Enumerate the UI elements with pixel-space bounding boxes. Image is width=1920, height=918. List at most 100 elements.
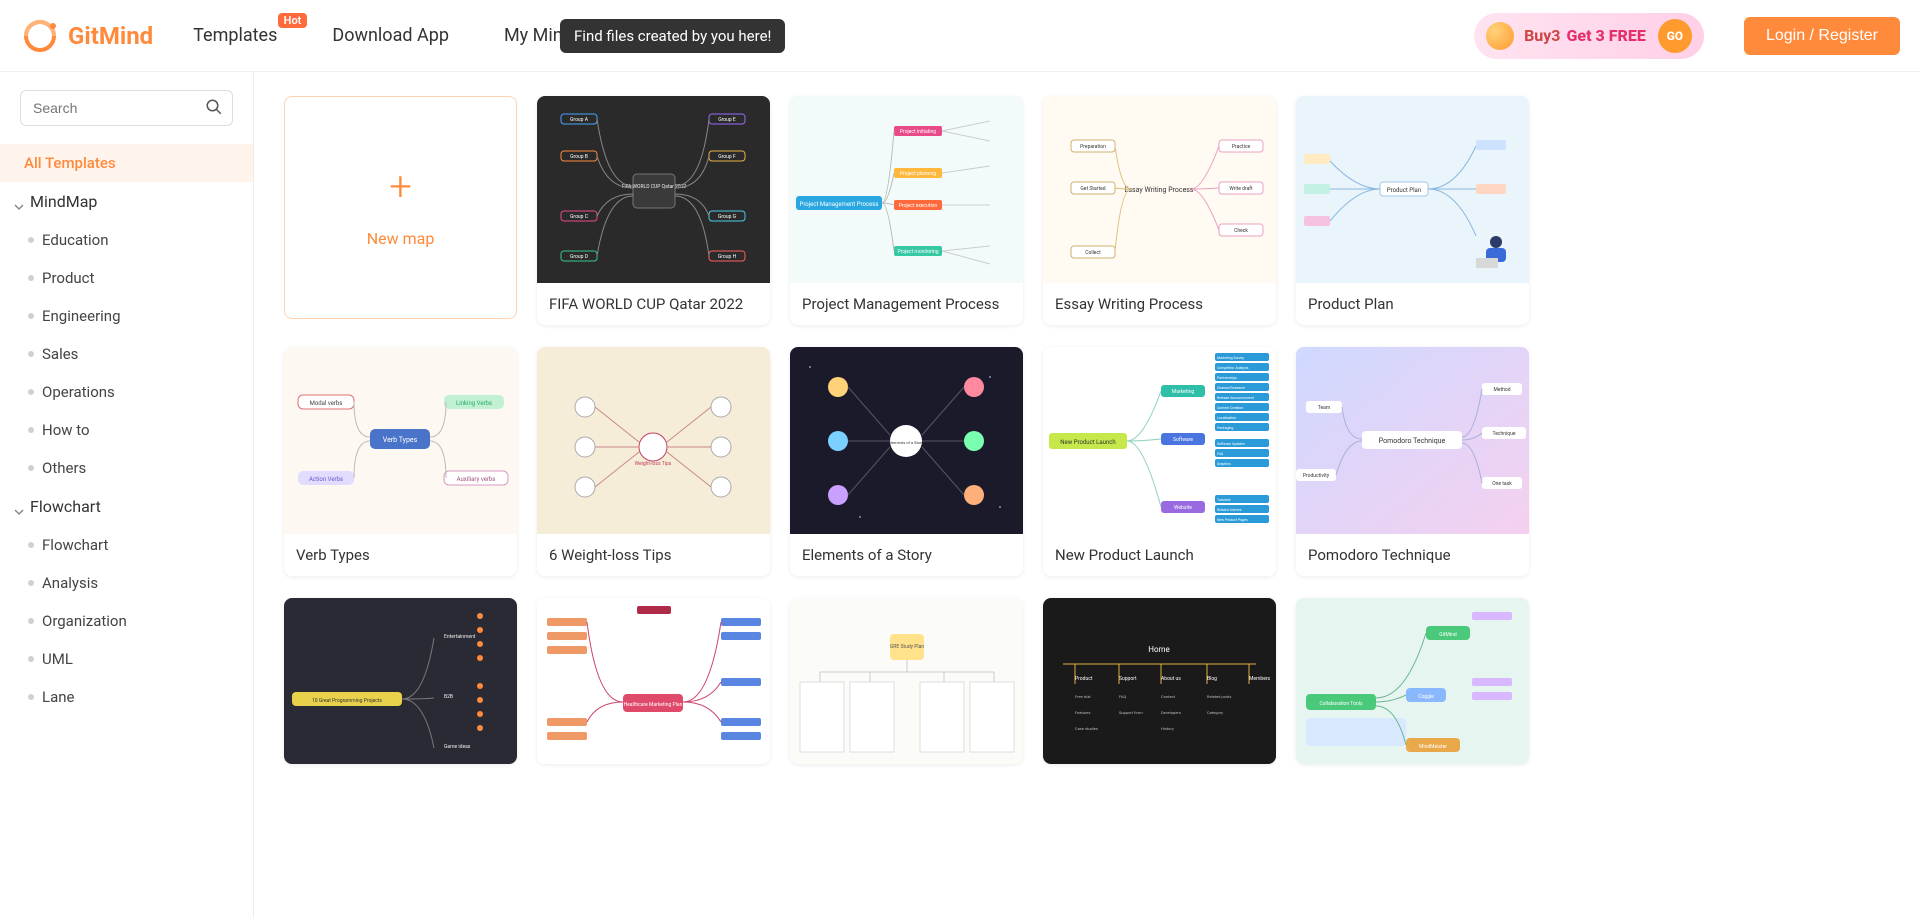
sidebar-item-operations[interactable]: Operations (0, 373, 253, 411)
svg-text:Product Plan: Product Plan (1387, 187, 1421, 194)
template-card[interactable]: Healthcare Marketing Plan (537, 598, 770, 764)
svg-text:Project execution: Project execution (899, 203, 938, 209)
sidebar-group-flowchart[interactable]: Flowchart (0, 487, 253, 526)
template-thumb: Elements of a Story (790, 347, 1023, 534)
template-card[interactable]: New Product Launch Marketing Software We… (1043, 347, 1276, 576)
template-card[interactable]: Elements of a Story Elements of a Story (790, 347, 1023, 576)
template-card[interactable]: Essay Writing Process Preparation Get St… (1043, 96, 1276, 325)
svg-text:Technique: Technique (1493, 431, 1516, 437)
template-thumb: Product Plan (1296, 96, 1529, 283)
svg-text:Contact: Contact (1161, 694, 1176, 699)
template-card[interactable]: FIFA WORLD CUP Qatar 2022 Group A Group … (537, 96, 770, 325)
svg-text:Competitor Analysis: Competitor Analysis (1217, 366, 1249, 370)
nav-download[interactable]: Download App (332, 25, 449, 46)
svg-text:Group G: Group G (718, 214, 737, 220)
svg-text:Graphics: Graphics (1217, 462, 1231, 466)
sidebar-group-mindmap[interactable]: MindMap (0, 182, 253, 221)
svg-text:Group B: Group B (570, 154, 588, 160)
sidebar-item-uml[interactable]: UML (0, 640, 253, 678)
template-card[interactable]: Project Management Process Project initi… (790, 96, 1023, 325)
svg-text:Tutorials: Tutorials (1217, 498, 1231, 502)
sidebar-item-others[interactable]: Others (0, 449, 253, 487)
template-title: 6 Weight-loss Tips (537, 534, 770, 576)
template-card[interactable]: Verb Types Modal verbs Linking Verbs Act… (284, 347, 517, 576)
svg-text:Support form: Support form (1119, 710, 1143, 715)
nav-templates[interactable]: Templates Hot (193, 25, 277, 46)
template-thumb: Home Product Support About us Blog Membe… (1043, 598, 1276, 764)
svg-text:Website: Website (1174, 505, 1192, 511)
svg-text:Project monitoring: Project monitoring (897, 249, 938, 255)
svg-text:Members: Members (1249, 676, 1271, 682)
template-card[interactable]: Pomodoro Technique Team Method One task … (1296, 347, 1529, 576)
svg-text:Group F: Group F (718, 154, 736, 160)
brand[interactable]: GitMind (20, 16, 153, 56)
svg-text:10 Great Programming Projects: 10 Great Programming Projects (312, 698, 382, 704)
sidebar-item-organization[interactable]: Organization (0, 602, 253, 640)
new-map-card[interactable]: + New map (284, 96, 517, 319)
svg-text:Blog: Blog (1207, 676, 1217, 682)
search-wrap (20, 90, 233, 126)
svg-text:Group H: Group H (718, 254, 737, 260)
promo-banner[interactable]: Buy3 Get 3 FREE GO (1474, 13, 1704, 59)
header: GitMind Templates Hot Download App My Mi… (0, 0, 1920, 72)
svg-text:Pomodoro Technique: Pomodoro Technique (1379, 437, 1446, 445)
sidebar-item-analysis[interactable]: Analysis (0, 564, 253, 602)
template-title: Project Management Process (790, 283, 1023, 325)
svg-text:Elements of a Story: Elements of a Story (889, 440, 924, 445)
template-title: Verb Types (284, 534, 517, 576)
template-title: New Product Launch (1043, 534, 1276, 576)
template-card[interactable]: GRE Study Plan (790, 598, 1023, 764)
svg-text:Case studies: Case studies (1075, 726, 1098, 731)
svg-text:Partnerships: Partnerships (1217, 376, 1237, 380)
svg-text:B2B: B2B (444, 694, 453, 700)
template-title: Essay Writing Process (1043, 283, 1276, 325)
svg-text:Developers: Developers (1161, 710, 1181, 715)
svg-text:Related Articles: Related Articles (1217, 508, 1242, 512)
find-files-tooltip: Find files created by you here! (560, 19, 785, 53)
svg-text:Practice: Practice (1232, 144, 1251, 150)
svg-text:Action Verbs: Action Verbs (309, 476, 343, 483)
sidebar-item-sales[interactable]: Sales (0, 335, 253, 373)
svg-text:Localisation: Localisation (1217, 416, 1236, 420)
template-card[interactable]: Collaboration Tools Coggle GitMind MindM… (1296, 598, 1529, 764)
sidebar-item-howto[interactable]: How to (0, 411, 253, 449)
sidebar-item-education[interactable]: Education (0, 221, 253, 259)
svg-text:Group C: Group C (570, 214, 589, 220)
template-title: Product Plan (1296, 283, 1529, 325)
template-card[interactable]: Weight-loss Tips 6 Weight-loss Tips (537, 347, 770, 576)
svg-text:Project initiating: Project initiating (900, 129, 936, 135)
svg-text:Productivity: Productivity (1303, 473, 1330, 479)
sidebar-item-product[interactable]: Product (0, 259, 253, 297)
search-input[interactable] (20, 90, 233, 126)
template-card[interactable]: Product Plan Product Plan (1296, 96, 1529, 325)
svg-text:Method: Method (1493, 387, 1510, 393)
promo-go-button[interactable]: GO (1658, 19, 1692, 53)
svg-text:Channel Research: Channel Research (1217, 386, 1245, 390)
svg-text:Coggle: Coggle (1418, 694, 1434, 700)
svg-text:Free trial: Free trial (1075, 694, 1091, 699)
hot-badge: Hot (278, 13, 308, 28)
template-card[interactable]: 10 Great Programming Projects Entertainm… (284, 598, 517, 764)
sidebar-item-lane[interactable]: Lane (0, 678, 253, 716)
svg-text:Home: Home (1148, 645, 1170, 654)
svg-text:Essay Writing Process: Essay Writing Process (1124, 186, 1193, 194)
sidebar-group-label: MindMap (30, 192, 97, 211)
sidebar-item-engineering[interactable]: Engineering (0, 297, 253, 335)
svg-text:Packaging: Packaging (1217, 426, 1233, 430)
svg-text:About us: About us (1161, 676, 1181, 682)
template-card[interactable]: Home Product Support About us Blog Membe… (1043, 598, 1276, 764)
template-thumb: Project Management Process Project initi… (790, 96, 1023, 283)
sidebar-item-flowchart[interactable]: Flowchart (0, 526, 253, 564)
svg-text:GRE Study Plan: GRE Study Plan (890, 644, 924, 650)
promo-text-2: Get 3 FREE (1566, 26, 1645, 45)
login-button[interactable]: Login / Register (1744, 17, 1900, 55)
svg-text:Check: Check (1234, 228, 1248, 234)
template-thumb: New Product Launch Marketing Software We… (1043, 347, 1276, 534)
svg-text:FIFA WORLD CUP Qatar 2022: FIFA WORLD CUP Qatar 2022 (622, 184, 687, 190)
search-icon[interactable] (205, 98, 223, 120)
svg-text:MindMeister: MindMeister (1419, 744, 1447, 750)
svg-text:Modal verbs: Modal verbs (310, 400, 343, 407)
template-thumb: 10 Great Programming Projects Entertainm… (284, 598, 517, 764)
sidebar-all-templates[interactable]: All Templates (0, 144, 253, 182)
svg-text:Related posts: Related posts (1207, 694, 1231, 699)
